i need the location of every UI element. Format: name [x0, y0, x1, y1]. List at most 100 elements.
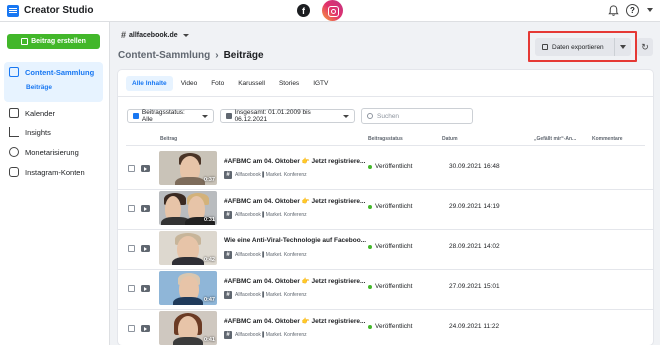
hashtag-icon: # [224, 331, 232, 339]
post-title[interactable]: #AFBMC am 04. Oktober 👉 Jetzt registrier… [224, 197, 365, 205]
content-library-icon [9, 67, 19, 77]
tab-carousel[interactable]: Karussell [232, 76, 271, 91]
tab-stories[interactable]: Stories [273, 76, 305, 91]
video-duration: 0:37 [203, 177, 215, 183]
post-account: # Allfacebook ▌Market. Konferenz [224, 211, 307, 219]
sidebar-item-content-library[interactable]: Content-Sammlung [9, 67, 94, 77]
table-row[interactable]: 0:31 #AFBMC am 04. Oktober 👉 Jetzt regis… [118, 190, 653, 230]
post-title[interactable]: #AFBMC am 04. Oktober 👉 Jetzt registrier… [224, 157, 365, 165]
chevron-down-icon [182, 33, 189, 37]
post-status-filter[interactable]: Beitragsstatus: Alle [127, 109, 214, 123]
row-checkbox[interactable] [128, 165, 135, 172]
table-row[interactable]: 0:47 #AFBMC am 04. Oktober 👉 Jetzt regis… [118, 270, 653, 310]
status-text: Veröffentlicht [375, 323, 413, 330]
video-type-icon [141, 165, 150, 172]
date-range-filter-label: Insgesamt: 01.01.2009 bis 06.12.2021 [234, 109, 311, 123]
status-badge: Veröffentlicht [368, 243, 412, 250]
status-text: Veröffentlicht [375, 243, 413, 250]
sidebar-item-label: Monetarisierung [25, 147, 79, 157]
compose-icon [21, 38, 29, 45]
calendar-icon [226, 113, 232, 119]
date-range-filter[interactable]: Insgesamt: 01.01.2009 bis 06.12.2021 [220, 109, 355, 123]
sidebar-item-insights[interactable]: Insights [9, 127, 51, 137]
instagram-tab-icon[interactable] [322, 0, 343, 21]
export-data-button[interactable]: Daten exportieren [535, 38, 614, 56]
post-account: # Allfacebook ▌Market. Konferenz [224, 251, 307, 259]
monetization-icon [9, 147, 19, 157]
sidebar-item-calendar[interactable]: Kalender [9, 108, 55, 118]
sidebar-item-label: Content-Sammlung [25, 67, 95, 77]
column-header-likes[interactable]: „Gefällt mir“-An... [534, 136, 576, 142]
sidebar-item-monetization[interactable]: Monetarisierung [9, 147, 79, 157]
hashtag-icon: # [224, 211, 232, 219]
post-account-name: Allfacebook ▌Market. Konferenz [235, 212, 307, 218]
table-row[interactable]: 0:37 #AFBMC am 04. Oktober 👉 Jetzt regis… [118, 150, 653, 190]
facebook-tab-icon[interactable]: f [297, 4, 310, 17]
video-duration: 0:42 [203, 257, 215, 263]
search-placeholder: Suchen [377, 112, 400, 120]
video-thumbnail[interactable]: 0:41 [159, 311, 217, 345]
video-thumbnail[interactable]: 0:31 [159, 191, 217, 225]
export-icon [542, 44, 548, 50]
sidebar-item-label: Insights [25, 127, 51, 137]
row-checkbox[interactable] [128, 285, 135, 292]
video-duration: 0:47 [203, 297, 215, 303]
sidebar-item-label: Instagram-Konten [25, 167, 85, 177]
post-title[interactable]: Wie eine Anti-Viral-Technologie auf Face… [224, 237, 366, 244]
video-thumbnail[interactable]: 0:47 [159, 271, 217, 305]
post-date: 29.09.2021 14:19 [449, 203, 500, 210]
row-checkbox[interactable] [128, 205, 135, 212]
video-thumbnail[interactable]: 0:37 [159, 151, 217, 185]
tab-all-content[interactable]: Alle Inhalte [126, 76, 173, 91]
table-row[interactable]: 0:41 #AFBMC am 04. Oktober 👉 Jetzt regis… [118, 310, 653, 345]
column-header-status[interactable]: Beitragsstatus [368, 136, 403, 142]
post-account: # Allfacebook ▌Market. Konferenz [224, 171, 307, 179]
video-duration: 0:31 [203, 217, 215, 223]
export-label: Daten exportieren [552, 43, 604, 51]
notification-bell-icon[interactable] [607, 4, 620, 17]
status-badge: Veröffentlicht [368, 283, 412, 290]
hashtag-icon: # [121, 30, 127, 40]
row-checkbox[interactable] [128, 325, 135, 332]
sidebar-item-label: Kalender [25, 108, 56, 118]
sidebar-subitem-posts[interactable]: Beiträge [26, 84, 52, 91]
video-thumbnail[interactable]: 0:42 [159, 231, 217, 265]
hashtag-icon: # [224, 171, 232, 179]
status-text: Veröffentlicht [375, 283, 413, 290]
hashtag-icon: # [224, 291, 232, 299]
page-title: Beiträge [223, 50, 264, 61]
tab-igtv[interactable]: IGTV [307, 76, 334, 91]
account-menu-chevron-icon[interactable] [647, 8, 653, 12]
post-title[interactable]: #AFBMC am 04. Oktober 👉 Jetzt registrier… [224, 277, 365, 285]
post-account: # Allfacebook ▌Market. Konferenz [224, 331, 307, 339]
search-input[interactable]: Suchen [361, 108, 473, 124]
sidebar-item-instagram-accounts[interactable]: Instagram-Konten [9, 167, 85, 177]
column-header-post[interactable]: Beitrag [160, 136, 177, 142]
chevron-down-icon [343, 114, 349, 118]
table-row[interactable]: 0:42 Wie eine Anti-Viral-Technologie auf… [118, 230, 653, 270]
row-checkbox[interactable] [128, 245, 135, 252]
account-selector[interactable]: # allfacebook.de [121, 30, 189, 40]
column-header-comments[interactable]: Kommentare [592, 136, 623, 142]
post-title[interactable]: #AFBMC am 04. Oktober 👉 Jetzt registrier… [224, 317, 365, 325]
content-type-tabs: Alle Inhalte Video Foto Karussell Storie… [126, 76, 336, 91]
search-icon [367, 113, 373, 119]
post-account-name: Allfacebook ▌Market. Konferenz [235, 332, 307, 338]
chevron-down-icon [202, 114, 208, 118]
column-header-date[interactable]: Datum [442, 136, 458, 142]
create-post-button[interactable]: Beitrag erstellen [7, 34, 100, 49]
breadcrumb-parent[interactable]: Content-Sammlung [118, 50, 210, 61]
video-type-icon [141, 205, 150, 212]
account-name: allfacebook.de [129, 31, 178, 39]
export-options-dropdown[interactable] [614, 38, 631, 56]
video-type-icon [141, 325, 150, 332]
tab-photo[interactable]: Foto [205, 76, 230, 91]
tab-video[interactable]: Video [175, 76, 204, 91]
calendar-icon [9, 108, 19, 118]
breadcrumb: Content-Sammlung › Beiträge [118, 50, 264, 61]
app-title: Creator Studio [24, 5, 94, 16]
help-icon[interactable]: ? [626, 4, 639, 17]
refresh-icon[interactable]: ↻ [637, 38, 653, 56]
post-date: 30.09.2021 16:48 [449, 163, 500, 170]
insights-icon [9, 127, 19, 137]
